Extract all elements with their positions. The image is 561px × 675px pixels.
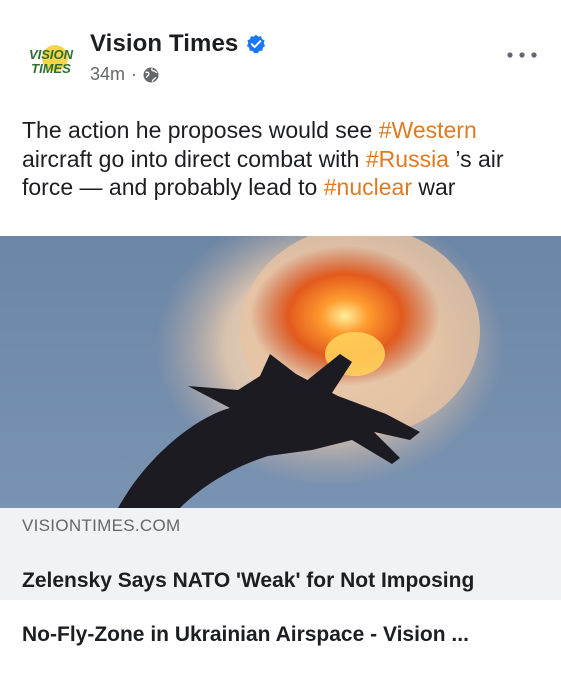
link-title-line: Zelensky Says NATO 'Weak' for Not Imposi… bbox=[22, 569, 475, 592]
page-name[interactable]: Vision Times bbox=[90, 30, 238, 58]
vision-times-logo: VISION TIMES bbox=[22, 32, 80, 90]
post-text-segment: The action he proposes would see bbox=[22, 117, 379, 143]
link-title-line: No-Fly-Zone in Ukrainian Airspace - Visi… bbox=[22, 623, 469, 646]
hashtag-western[interactable]: #Western bbox=[379, 117, 477, 143]
author-row: Vision Times bbox=[90, 30, 266, 58]
more-options-icon[interactable] bbox=[505, 48, 539, 62]
link-title[interactable]: Zelensky Says NATO 'Weak' for Not Imposi… bbox=[22, 540, 542, 675]
post-text-segment: war bbox=[411, 174, 456, 200]
hashtag-nuclear[interactable]: #nuclear bbox=[324, 174, 412, 200]
facebook-post: VISION TIMES Vision Times 34m · The acti… bbox=[0, 0, 561, 646]
svg-text:VISION: VISION bbox=[29, 47, 74, 62]
post-meta: 34m · bbox=[90, 64, 159, 85]
post-text: The action he proposes would see #Wester… bbox=[22, 116, 542, 202]
meta-separator: · bbox=[131, 64, 138, 84]
svg-text:TIMES: TIMES bbox=[31, 61, 71, 76]
post-header: VISION TIMES Vision Times 34m · bbox=[0, 0, 561, 110]
page-avatar[interactable]: VISION TIMES bbox=[22, 32, 80, 90]
post-timestamp[interactable]: 34m bbox=[90, 64, 125, 85]
verified-badge-icon bbox=[247, 34, 266, 54]
link-preview[interactable]: VISIONTIMES.COM Zelensky Says NATO 'Weak… bbox=[0, 508, 561, 646]
link-domain: VISIONTIMES.COM bbox=[22, 516, 181, 535]
post-image[interactable] bbox=[0, 236, 561, 508]
jet-explosion-image bbox=[0, 236, 561, 508]
hashtag-russia[interactable]: #Russia bbox=[366, 146, 449, 172]
globe-icon[interactable] bbox=[143, 67, 159, 83]
post-text-segment: aircraft go into direct combat with bbox=[22, 145, 366, 172]
